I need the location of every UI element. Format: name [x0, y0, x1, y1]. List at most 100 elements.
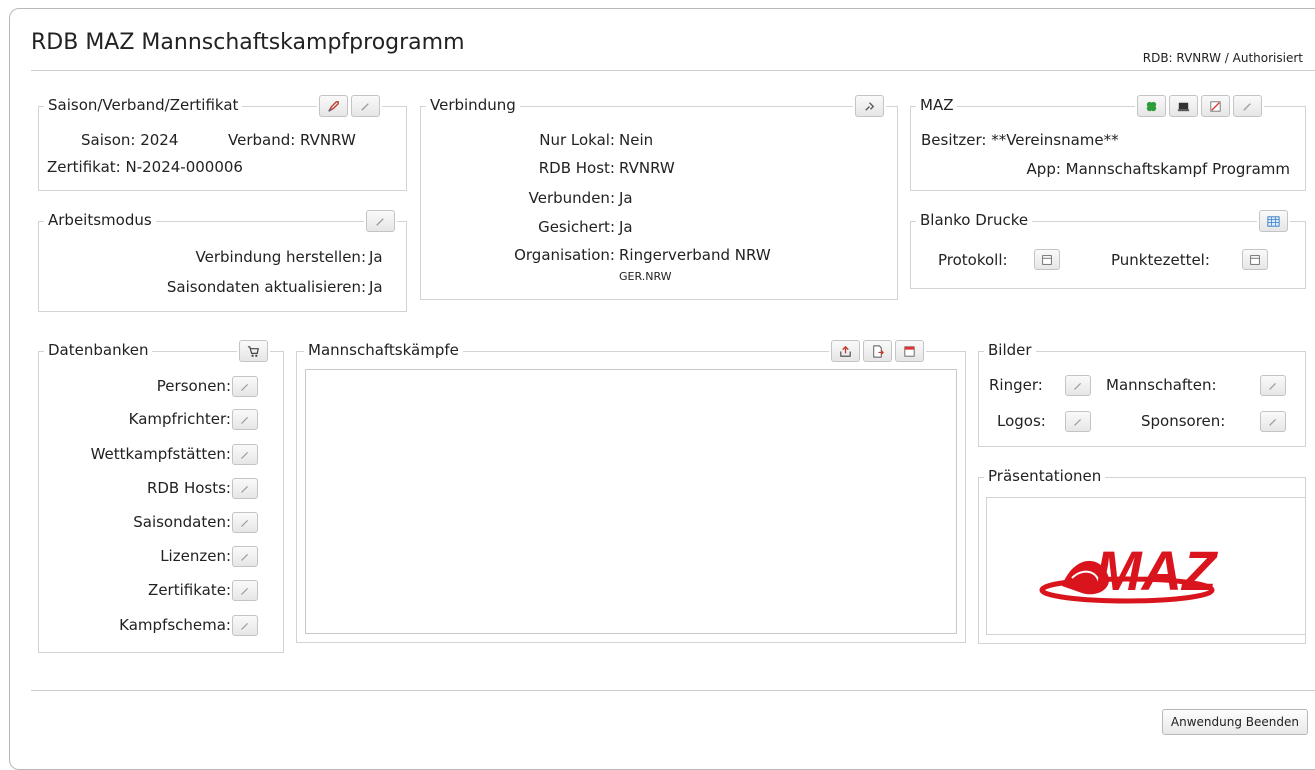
pencil-icon — [376, 217, 384, 226]
datenbanken-legend: Datenbanken — [44, 341, 153, 359]
pencil-icon — [241, 622, 249, 630]
bilder-ringer-button[interactable] — [1065, 375, 1091, 396]
chart-icon — [1210, 100, 1221, 112]
maz-edit-button[interactable] — [1233, 95, 1262, 117]
organisation-value: Ringerverband NRW — [619, 246, 771, 264]
rdb-host-value: RVNRW — [619, 159, 675, 177]
bilder-sponsoren-button[interactable] — [1260, 411, 1286, 432]
db-label-zertifikate: Zertifikate: — [148, 581, 231, 599]
pencil-icon — [241, 587, 249, 595]
clover-icon — [1146, 101, 1157, 111]
db-edit-wettkampfstaetten-button[interactable] — [232, 444, 258, 465]
arbeitsmodus-edit-button[interactable] — [366, 210, 395, 232]
export-icon — [840, 345, 851, 357]
blanko-table-button[interactable] — [1259, 210, 1288, 232]
pencil-icon — [241, 553, 249, 561]
db-edit-rdb-hosts-button[interactable] — [232, 478, 258, 499]
db-label-personen: Personen: — [156, 377, 231, 395]
db-label-wettkampfstaetten: Wettkampfstätten: — [90, 445, 231, 463]
verband-value: Verband: RVNRW — [228, 131, 356, 149]
bilder-logos-button[interactable] — [1065, 411, 1091, 432]
punktezettel-label: Punktezettel: — [1111, 251, 1210, 269]
bilder-ringer-label: Ringer: — [989, 376, 1043, 394]
bilder-legend: Bilder — [984, 341, 1036, 359]
maz-logo-text: MAZ — [1095, 539, 1218, 602]
quit-app-button[interactable]: Anwendung Beenden — [1161, 709, 1308, 735]
verbindung-legend: Verbindung — [426, 96, 520, 114]
arbeitsmodus-legend: Arbeitsmodus — [44, 211, 156, 229]
bilder-mannschaften-label: Mannschaften: — [1106, 376, 1217, 394]
praesentationen-logo-area[interactable]: MAZ — [986, 497, 1306, 635]
organisation-label: Organisation: — [514, 246, 615, 264]
blanko-panel: Blanko Drucke Protokoll: Punktezettel: — [910, 210, 1306, 289]
datenbanken-cart-button[interactable] — [239, 340, 268, 362]
saisondaten-aktualisieren-value: Ja — [369, 278, 383, 296]
db-edit-kampfschema-button[interactable] — [232, 615, 258, 636]
footer-divider — [31, 690, 1315, 691]
db-label-rdb-hosts: RDB Hosts: — [146, 479, 231, 497]
document-icon — [1250, 254, 1260, 265]
protokoll-label: Protokoll: — [938, 251, 1008, 269]
maz-panel: MAZ Besitzer: **Vereinsname** App: Manns… — [910, 95, 1306, 191]
verbindung-herstellen-label: Verbindung herstellen: — [195, 248, 366, 266]
cart-icon — [247, 345, 259, 357]
arbeitsmodus-panel: Arbeitsmodus Verbindung herstellen: Ja S… — [38, 210, 407, 312]
verbunden-label: Verbunden: — [528, 189, 615, 207]
rocket-icon — [328, 100, 339, 112]
calendar-icon — [904, 345, 915, 357]
db-label-saisondaten: Saisondaten: — [133, 513, 231, 531]
saison-panel: Saison/Verband/Zertifikat Saison: 2024 V… — [38, 95, 407, 191]
pencil-icon — [241, 519, 249, 527]
pencil-icon — [241, 383, 249, 391]
pencil-icon — [241, 416, 249, 424]
db-edit-kampfrichter-button[interactable] — [232, 409, 258, 430]
bilder-logos-label: Logos: — [997, 412, 1046, 430]
saison-legend: Saison/Verband/Zertifikat — [44, 96, 243, 114]
calendar-button[interactable] — [895, 340, 924, 362]
protokoll-print-button[interactable] — [1034, 249, 1060, 270]
connect-button[interactable] — [855, 95, 884, 117]
rdb-host-label: RDB Host: — [538, 159, 615, 177]
clover-button[interactable] — [1137, 95, 1166, 117]
db-edit-lizenzen-button[interactable] — [232, 546, 258, 567]
pencil-icon — [241, 451, 249, 459]
bilder-mannschaften-button[interactable] — [1260, 375, 1286, 396]
db-edit-zertifikate-button[interactable] — [232, 580, 258, 601]
pencil-icon — [1243, 102, 1251, 111]
besitzer-value: Besitzer: **Vereinsname** — [921, 131, 1119, 149]
blanko-legend: Blanko Drucke — [916, 211, 1033, 229]
header-divider — [31, 70, 1315, 71]
bilder-panel: Bilder Ringer: Mannschaften: Logos: Spon… — [978, 341, 1306, 447]
monitor-icon — [1177, 102, 1190, 111]
chart-button[interactable] — [1201, 95, 1230, 117]
db-edit-personen-button[interactable] — [232, 376, 258, 397]
mannschaftskaempfe-legend: Mannschaftskämpfe — [304, 341, 463, 359]
mannschaftskaempfe-list[interactable] — [305, 369, 957, 634]
pencil-icon — [361, 102, 369, 111]
export-button[interactable] — [831, 340, 860, 362]
nur-lokal-label: Nur Lokal: — [539, 131, 615, 149]
db-label-kampfrichter: Kampfrichter: — [128, 410, 231, 428]
maz-legend: MAZ — [916, 96, 958, 114]
verbindung-panel: Verbindung Nur Lokal: Nein RDB Host: RVN… — [420, 95, 898, 300]
pencil-icon — [1074, 382, 1082, 390]
auth-status: RDB: RVNRW / Authorisiert — [1142, 51, 1303, 65]
monitor-button[interactable] — [1169, 95, 1198, 117]
pencil-icon — [1269, 382, 1277, 390]
nur-lokal-value: Nein — [619, 131, 654, 149]
new-document-icon — [873, 344, 884, 358]
maz-app-value: App: Mannschaftskampf Programm — [1026, 160, 1290, 178]
db-edit-saisondaten-button[interactable] — [232, 512, 258, 533]
connect-icon — [865, 101, 875, 111]
pencil-icon — [1269, 418, 1277, 426]
saison-edit-button[interactable] — [351, 95, 380, 117]
page-title: RDB MAZ Mannschaftskampfprogramm — [31, 30, 465, 55]
rocket-button[interactable] — [319, 95, 348, 117]
new-document-button[interactable] — [863, 340, 892, 362]
table-icon — [1267, 215, 1280, 227]
punktezettel-print-button[interactable] — [1242, 249, 1268, 270]
db-label-lizenzen: Lizenzen: — [160, 547, 231, 565]
bilder-sponsoren-label: Sponsoren: — [1141, 412, 1226, 430]
pencil-icon — [1074, 418, 1082, 426]
verbindung-herstellen-value: Ja — [369, 248, 383, 266]
